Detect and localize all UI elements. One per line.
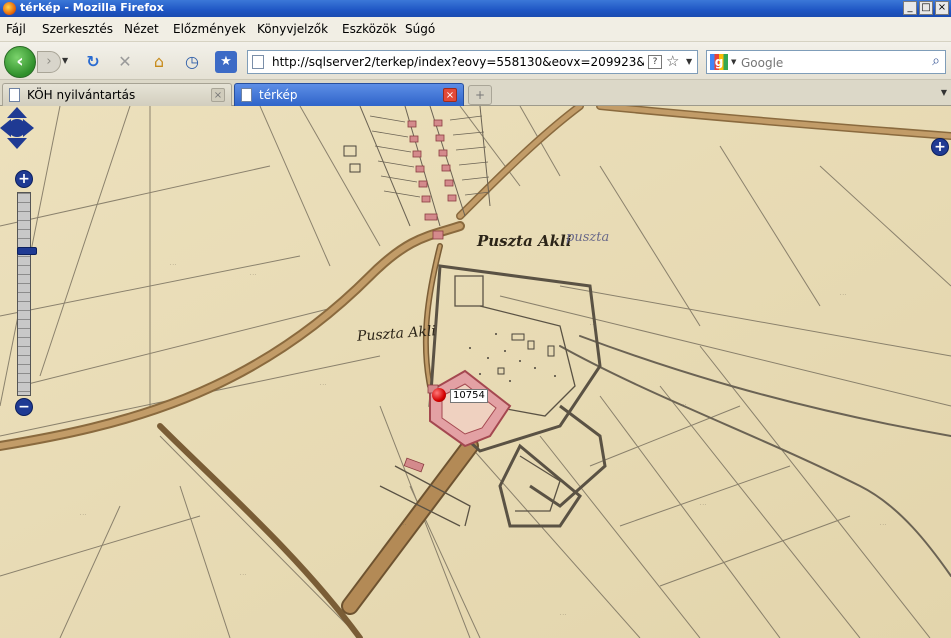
map-viewport[interactable]: · · · · · · · · · · · · · · · · · · · · · · ·… [0, 106, 951, 638]
svg-text:· · ·: · · · [80, 512, 86, 517]
svg-text:· · ·: · · · [320, 382, 326, 387]
navigation-toolbar: ‹ › ▼ ↻ ✕ ⌂ ◷ ★ http://sqlserver2/terkep… [0, 42, 951, 80]
tab-terkep[interactable]: térkép × [234, 83, 464, 106]
svg-text:· · ·: · · · [250, 272, 256, 277]
menu-help[interactable]: Súgó [405, 22, 435, 36]
svg-text:· · ·: · · · [240, 572, 246, 577]
google-engine-icon[interactable]: g [710, 54, 728, 70]
search-bar[interactable]: g ▼ ⌕ [706, 50, 946, 74]
place-label-main: Puszta Akli [477, 232, 572, 250]
zoom-slider-handle[interactable] [17, 247, 37, 255]
forward-button[interactable]: › [37, 51, 61, 73]
menu-view[interactable]: Nézet [124, 22, 159, 36]
tab-label: KÖH nyilvántartás [27, 88, 136, 102]
maximize-button[interactable]: □ [919, 1, 933, 15]
search-icon[interactable]: ⌕ [932, 53, 940, 69]
menu-file[interactable]: Fájl [6, 22, 26, 36]
clock-icon[interactable]: ◷ [181, 51, 203, 73]
zoom-slider-track[interactable] [17, 192, 37, 396]
zoom-control: + − [14, 170, 37, 418]
svg-text:· · ·: · · · [560, 612, 566, 617]
tab-koh[interactable]: KÖH nyilvántartás × [2, 83, 232, 106]
window-title: térkép - Mozilla Firefox [20, 1, 164, 14]
svg-text:· · ·: · · · [170, 262, 176, 267]
map-marker-pin-icon[interactable] [432, 388, 446, 402]
historic-map-image[interactable]: · · · · · · · · · · · · · · · · · · · · · · ·… [0, 106, 951, 638]
tab-close-button[interactable]: × [443, 88, 457, 102]
bookmark-star-icon[interactable]: ☆ [666, 52, 679, 70]
back-button[interactable]: ‹ [4, 46, 36, 78]
page-icon [9, 88, 20, 102]
close-window-button[interactable]: × [935, 1, 949, 15]
minimize-button[interactable]: _ [903, 1, 917, 15]
address-bar[interactable]: http://sqlserver2/terkep/index?eovy=5581… [247, 50, 698, 74]
home-icon[interactable]: ⌂ [148, 51, 170, 73]
tab-strip: KÖH nyilvántartás × térkép × + ▼ [0, 80, 951, 106]
zoom-out-button[interactable]: − [15, 398, 33, 416]
menu-edit[interactable]: Szerkesztés [42, 22, 113, 36]
page-icon [252, 55, 264, 69]
bookmark-icon[interactable]: ★ [215, 51, 237, 73]
svg-text:· · ·: · · · [680, 402, 686, 407]
reload-icon[interactable]: ↻ [82, 51, 104, 73]
menu-history[interactable]: Előzmények [173, 22, 246, 36]
forward-arrow-icon: › [46, 54, 52, 69]
firefox-logo-icon [3, 2, 16, 15]
menu-bookmarks[interactable]: Könyvjelzők [257, 22, 328, 36]
marker-label[interactable]: 10754 [450, 389, 488, 403]
menu-tools[interactable]: Eszközök [342, 22, 397, 36]
layer-switcher-button[interactable]: + [931, 138, 949, 156]
search-input[interactable] [741, 54, 921, 71]
svg-text:· · ·: · · · [590, 322, 596, 327]
pan-up-icon[interactable] [7, 107, 27, 118]
svg-text:· · ·: · · · [840, 292, 846, 297]
tab-list-icon[interactable]: ▼ [941, 88, 947, 97]
pan-right-icon[interactable] [23, 119, 34, 137]
back-arrow-icon: ‹ [16, 51, 24, 72]
url-dropdown-icon[interactable]: ▼ [686, 57, 692, 66]
pan-down-icon[interactable] [7, 138, 27, 149]
history-dropdown-icon[interactable]: ▼ [62, 56, 68, 65]
svg-text:· · ·: · · · [700, 502, 706, 507]
tab-close-button[interactable]: × [211, 88, 225, 102]
url-text[interactable]: http://sqlserver2/terkep/index?eovy=5581… [272, 55, 644, 71]
place-label-pencil: puszta [566, 230, 610, 245]
new-tab-button[interactable]: + [468, 85, 492, 105]
zoom-in-button[interactable]: + [15, 170, 33, 188]
svg-text:· · ·: · · · [880, 522, 886, 527]
svg-text:· · ·: · · · [400, 522, 406, 527]
window-title-bar: térkép - Mozilla Firefox _ □ × [0, 0, 951, 17]
menu-bar: Fájl Szerkesztés Nézet Előzmények Könyvj… [0, 17, 951, 42]
stop-icon[interactable]: ✕ [114, 51, 136, 73]
engine-dropdown-icon[interactable]: ▼ [731, 58, 736, 66]
page-icon [241, 88, 252, 102]
site-info-icon[interactable]: ? [648, 55, 662, 69]
pan-left-icon[interactable] [0, 119, 11, 137]
pan-control[interactable] [0, 106, 34, 150]
tab-label: térkép [259, 88, 298, 102]
